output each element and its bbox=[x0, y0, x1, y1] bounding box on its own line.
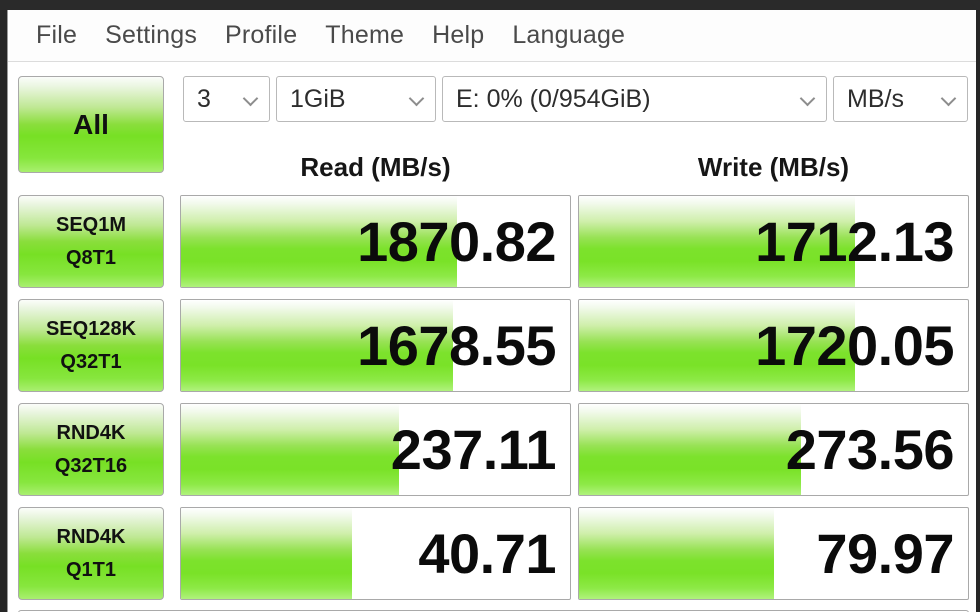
write-score-panel: 1720.05 bbox=[578, 299, 969, 392]
write-score-value: 1712.13 bbox=[755, 210, 954, 273]
test-queue-label: Q1T1 bbox=[65, 558, 117, 581]
unit-select-value: MB/s bbox=[847, 84, 904, 113]
drive-select-dropdown[interactable]: E: 0% (0/954GiB) bbox=[442, 76, 827, 122]
menu-item-settings[interactable]: Settings bbox=[91, 21, 211, 50]
title-bar bbox=[0, 0, 980, 10]
drive-select-value: E: 0% (0/954GiB) bbox=[456, 84, 651, 113]
read-score-fill bbox=[181, 508, 353, 599]
result-row: SEQ1M Q8T1 1870.82 1712.13 bbox=[18, 195, 969, 288]
result-row: RND4K Q32T16 237.11 273.56 bbox=[18, 403, 969, 496]
write-column-header: Write (MB/s) bbox=[697, 152, 850, 182]
menu-bar: File Settings Profile Theme Help Languag… bbox=[8, 10, 976, 62]
crystaldiskmark-window: File Settings Profile Theme Help Languag… bbox=[0, 0, 980, 612]
read-score-value: 237.11 bbox=[390, 418, 557, 481]
test-queue-label: Q32T1 bbox=[60, 350, 122, 373]
read-score-panel: 237.11 bbox=[180, 403, 571, 496]
test-queue-label: Q8T1 bbox=[65, 246, 117, 269]
write-score-panel: 1712.13 bbox=[578, 195, 969, 288]
menu-item-profile[interactable]: Profile bbox=[211, 21, 311, 50]
write-score-fill bbox=[579, 508, 774, 599]
window-body: File Settings Profile Theme Help Languag… bbox=[7, 10, 976, 612]
test-button-rnd4k-q32t16[interactable]: RND4K Q32T16 bbox=[18, 403, 164, 496]
read-score-panel: 40.71 bbox=[180, 507, 571, 600]
menu-item-file[interactable]: File bbox=[22, 21, 91, 50]
test-count-dropdown[interactable]: 3 bbox=[183, 76, 270, 122]
write-score-value: 273.56 bbox=[785, 418, 955, 481]
read-score-value: 40.71 bbox=[418, 522, 556, 585]
chevron-down-icon bbox=[242, 90, 260, 108]
test-button-seq128k-q32t1[interactable]: SEQ128K Q32T1 bbox=[18, 299, 164, 392]
write-score-value: 79.97 bbox=[816, 522, 954, 585]
menu-item-theme[interactable]: Theme bbox=[311, 21, 418, 50]
chevron-down-icon bbox=[799, 90, 817, 108]
toolbar: 3 1GiB E: 0% (0/954GiB) MB/s bbox=[18, 76, 968, 124]
read-score-fill bbox=[181, 404, 399, 495]
test-queue-label: Q32T16 bbox=[54, 454, 128, 477]
read-score-panel: 1870.82 bbox=[180, 195, 571, 288]
write-score-panel: 273.56 bbox=[578, 403, 969, 496]
test-size-value: 1GiB bbox=[290, 84, 346, 113]
test-count-value: 3 bbox=[197, 84, 211, 113]
test-name-label: SEQ128K bbox=[45, 317, 137, 340]
result-row: SEQ128K Q32T1 1678.55 1720.05 bbox=[18, 299, 969, 392]
write-score-value: 1720.05 bbox=[755, 314, 954, 377]
chevron-down-icon bbox=[940, 90, 958, 108]
write-score-panel: 79.97 bbox=[578, 507, 969, 600]
test-name-label: RND4K bbox=[56, 421, 126, 444]
chevron-down-icon bbox=[408, 90, 426, 108]
unit-select-dropdown[interactable]: MB/s bbox=[833, 76, 968, 122]
read-column-header: Read (MB/s) bbox=[300, 152, 451, 182]
test-size-dropdown[interactable]: 1GiB bbox=[276, 76, 436, 122]
test-button-seq1m-q8t1[interactable]: SEQ1M Q8T1 bbox=[18, 195, 164, 288]
menu-item-language[interactable]: Language bbox=[498, 21, 639, 50]
read-score-value: 1678.55 bbox=[357, 314, 556, 377]
write-score-fill bbox=[579, 404, 801, 495]
read-score-panel: 1678.55 bbox=[180, 299, 571, 392]
test-name-label: RND4K bbox=[56, 525, 126, 548]
test-button-rnd4k-q1t1[interactable]: RND4K Q1T1 bbox=[18, 507, 164, 600]
read-score-value: 1870.82 bbox=[357, 210, 556, 273]
menu-item-help[interactable]: Help bbox=[418, 21, 498, 50]
test-name-label: SEQ1M bbox=[55, 213, 127, 236]
result-row: RND4K Q1T1 40.71 79.97 bbox=[18, 507, 969, 600]
